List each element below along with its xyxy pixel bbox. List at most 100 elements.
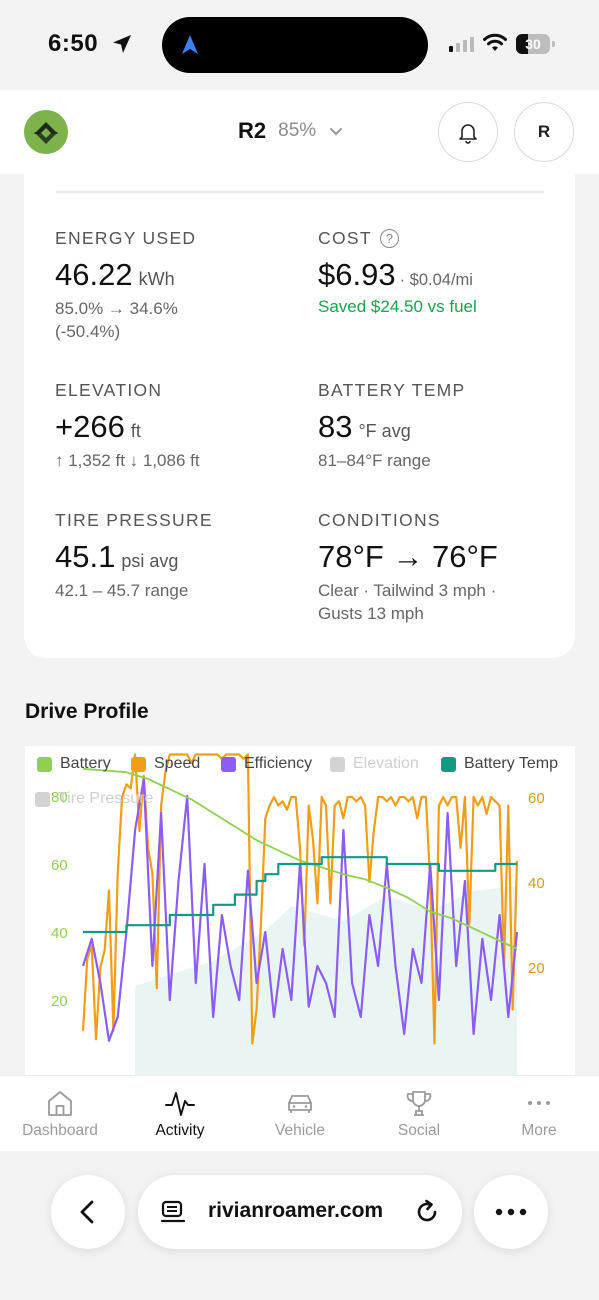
stat-unit: kWh [138,269,175,289]
bottom-tab-bar: Dashboard Activity Vehicle Social More [0,1075,599,1151]
conditions-stat: CONDITIONS 78°F → 76°F Clear · Tailwind … [318,510,498,625]
chevron-left-icon [80,1200,94,1224]
navigation-arrow-icon [182,35,198,54]
bell-icon [459,124,477,144]
address-bar[interactable]: rivianroamer.com [138,1175,462,1249]
legend-item-efficiency[interactable]: Efficiency [221,755,312,773]
stat-label: ENERGY USED [55,228,197,248]
energy-used-stat: ENERGY USED 46.22 kWh 85.0% → 34.6% (-50.… [55,228,196,343]
vehicle-charge: 85% [278,120,317,141]
status-time: 6:50 [48,30,99,57]
home-icon [48,1091,72,1116]
battery-icon: 30 [516,34,550,54]
legend-item-battery-temp[interactable]: Battery Temp [441,755,558,773]
stat-detail: Clear · Tailwind 3 mph · [318,581,497,600]
right-axis-tick: 60 [528,790,545,807]
car-icon [288,1095,312,1113]
stat-label: BATTERY TEMP [318,380,466,400]
app-header: R2 85% R [0,90,599,174]
tab-vehicle[interactable]: Vehicle [245,1088,355,1140]
legend-label: Tire Pressure [58,790,154,807]
page-menu-icon[interactable] [160,1199,186,1225]
stat-value: +266 [55,409,125,444]
drive-profile-title: Drive Profile [25,700,149,723]
trip-stats-card: ENERGY USED 46.22 kWh 85.0% → 34.6% (-50.… [24,174,575,658]
browser-toolbar: rivianroamer.com [0,1151,599,1300]
help-icon[interactable]: ? [379,229,399,248]
tire-pressure-stat: TIRE PRESSURE 45.1 psi avg 42.1 – 45.7 ra… [55,510,213,602]
drive-profile-chart: 1008060402080604020 BatterySpeedEfficien… [25,746,575,1076]
ellipsis-icon [495,1208,527,1216]
tab-dashboard[interactable]: Dashboard [5,1088,115,1140]
stat-detail: 85.0% → 34.6% [55,299,178,318]
url-text: rivianroamer.com [208,1199,384,1222]
right-axis-tick: 20 [528,960,545,977]
battery-level: 30 [525,36,541,52]
status-bar: 6:50 30 [0,0,599,90]
legend-swatch [441,756,456,772]
stat-label: CONDITIONS [318,510,441,530]
stat-value: 78°F → 76°F [318,539,498,574]
reload-icon[interactable] [413,1198,441,1226]
battery-temp-stat: BATTERY TEMP 83 °F avg 81–84°F range [318,380,466,472]
stat-detail: Gusts 13 mph [318,604,424,623]
stat-unit: · $0.04/mi [399,271,473,289]
tab-label: Social [397,1122,441,1139]
legend-item-tire-pressure[interactable]: Tire Pressure [35,790,153,808]
vehicle-selector[interactable]: R2 85% [238,118,344,144]
legend-item-speed[interactable]: Speed [131,755,200,773]
left-axis-tick: 20 [51,993,68,1010]
app-logo[interactable] [24,110,68,154]
profile-button[interactable]: R [514,102,574,162]
stat-value: $6.93 [318,257,396,292]
location-arrow-icon [113,35,131,53]
wifi-icon [483,33,507,51]
activity-icon [165,1092,195,1116]
tab-social[interactable]: Social [364,1088,474,1140]
stat-value: 46.22 [55,257,133,292]
legend-label: Battery Temp [464,755,558,772]
right-axis-tick: 40 [528,875,545,892]
legend-swatch [37,756,52,772]
stat-unit: psi avg [121,551,179,571]
tab-more[interactable]: More [484,1088,594,1140]
stat-detail: ↑ 1,352 ft ↓ 1,086 ft [55,451,200,470]
browser-more-button[interactable] [474,1175,548,1249]
stat-detail: (-50.4%) [55,322,121,341]
tab-label: More [521,1122,557,1139]
legend-item-elevation[interactable]: Elevation [330,755,419,773]
browser-back-button[interactable] [51,1175,125,1249]
stat-label: ELEVATION [55,380,163,400]
left-axis-tick: 60 [51,857,68,874]
logo-icon [34,122,58,144]
stat-detail: 81–84°F range [318,451,431,470]
legend-label: Efficiency [244,755,313,772]
stat-label: COST [318,228,372,248]
legend-label: Battery [60,755,111,772]
stat-label: TIRE PRESSURE [55,510,213,530]
legend-label: Speed [154,755,201,772]
legend-item-battery[interactable]: Battery [37,755,111,773]
legend-swatch [330,756,345,772]
left-axis-tick: 40 [51,925,68,942]
stat-unit: °F avg [358,421,411,441]
divider [56,191,544,193]
cellular-signal-icon [449,36,474,52]
cost-stat: COST? $6.93 · $0.04/mi Saved $24.50 vs fu… [318,228,477,317]
tab-label: Activity [155,1122,205,1139]
chevron-down-icon [330,128,343,136]
notifications-button[interactable] [438,102,498,162]
tab-label: Dashboard [22,1122,98,1139]
legend-label: Elevation [353,755,419,772]
trophy-icon [406,1091,432,1116]
savings-text: Saved $24.50 vs fuel [318,297,477,316]
vehicle-name: R2 [238,118,267,143]
stat-value: 83 [318,409,353,444]
tab-activity[interactable]: Activity [125,1088,235,1140]
legend-swatch [35,791,50,807]
elevation-stat: ELEVATION +266 ft ↑ 1,352 ft ↓ 1,086 ft [55,380,200,472]
legend-swatch [131,756,146,772]
stat-detail: 42.1 – 45.7 range [55,581,189,600]
legend-swatch [221,756,236,772]
stat-unit: ft [130,421,141,441]
